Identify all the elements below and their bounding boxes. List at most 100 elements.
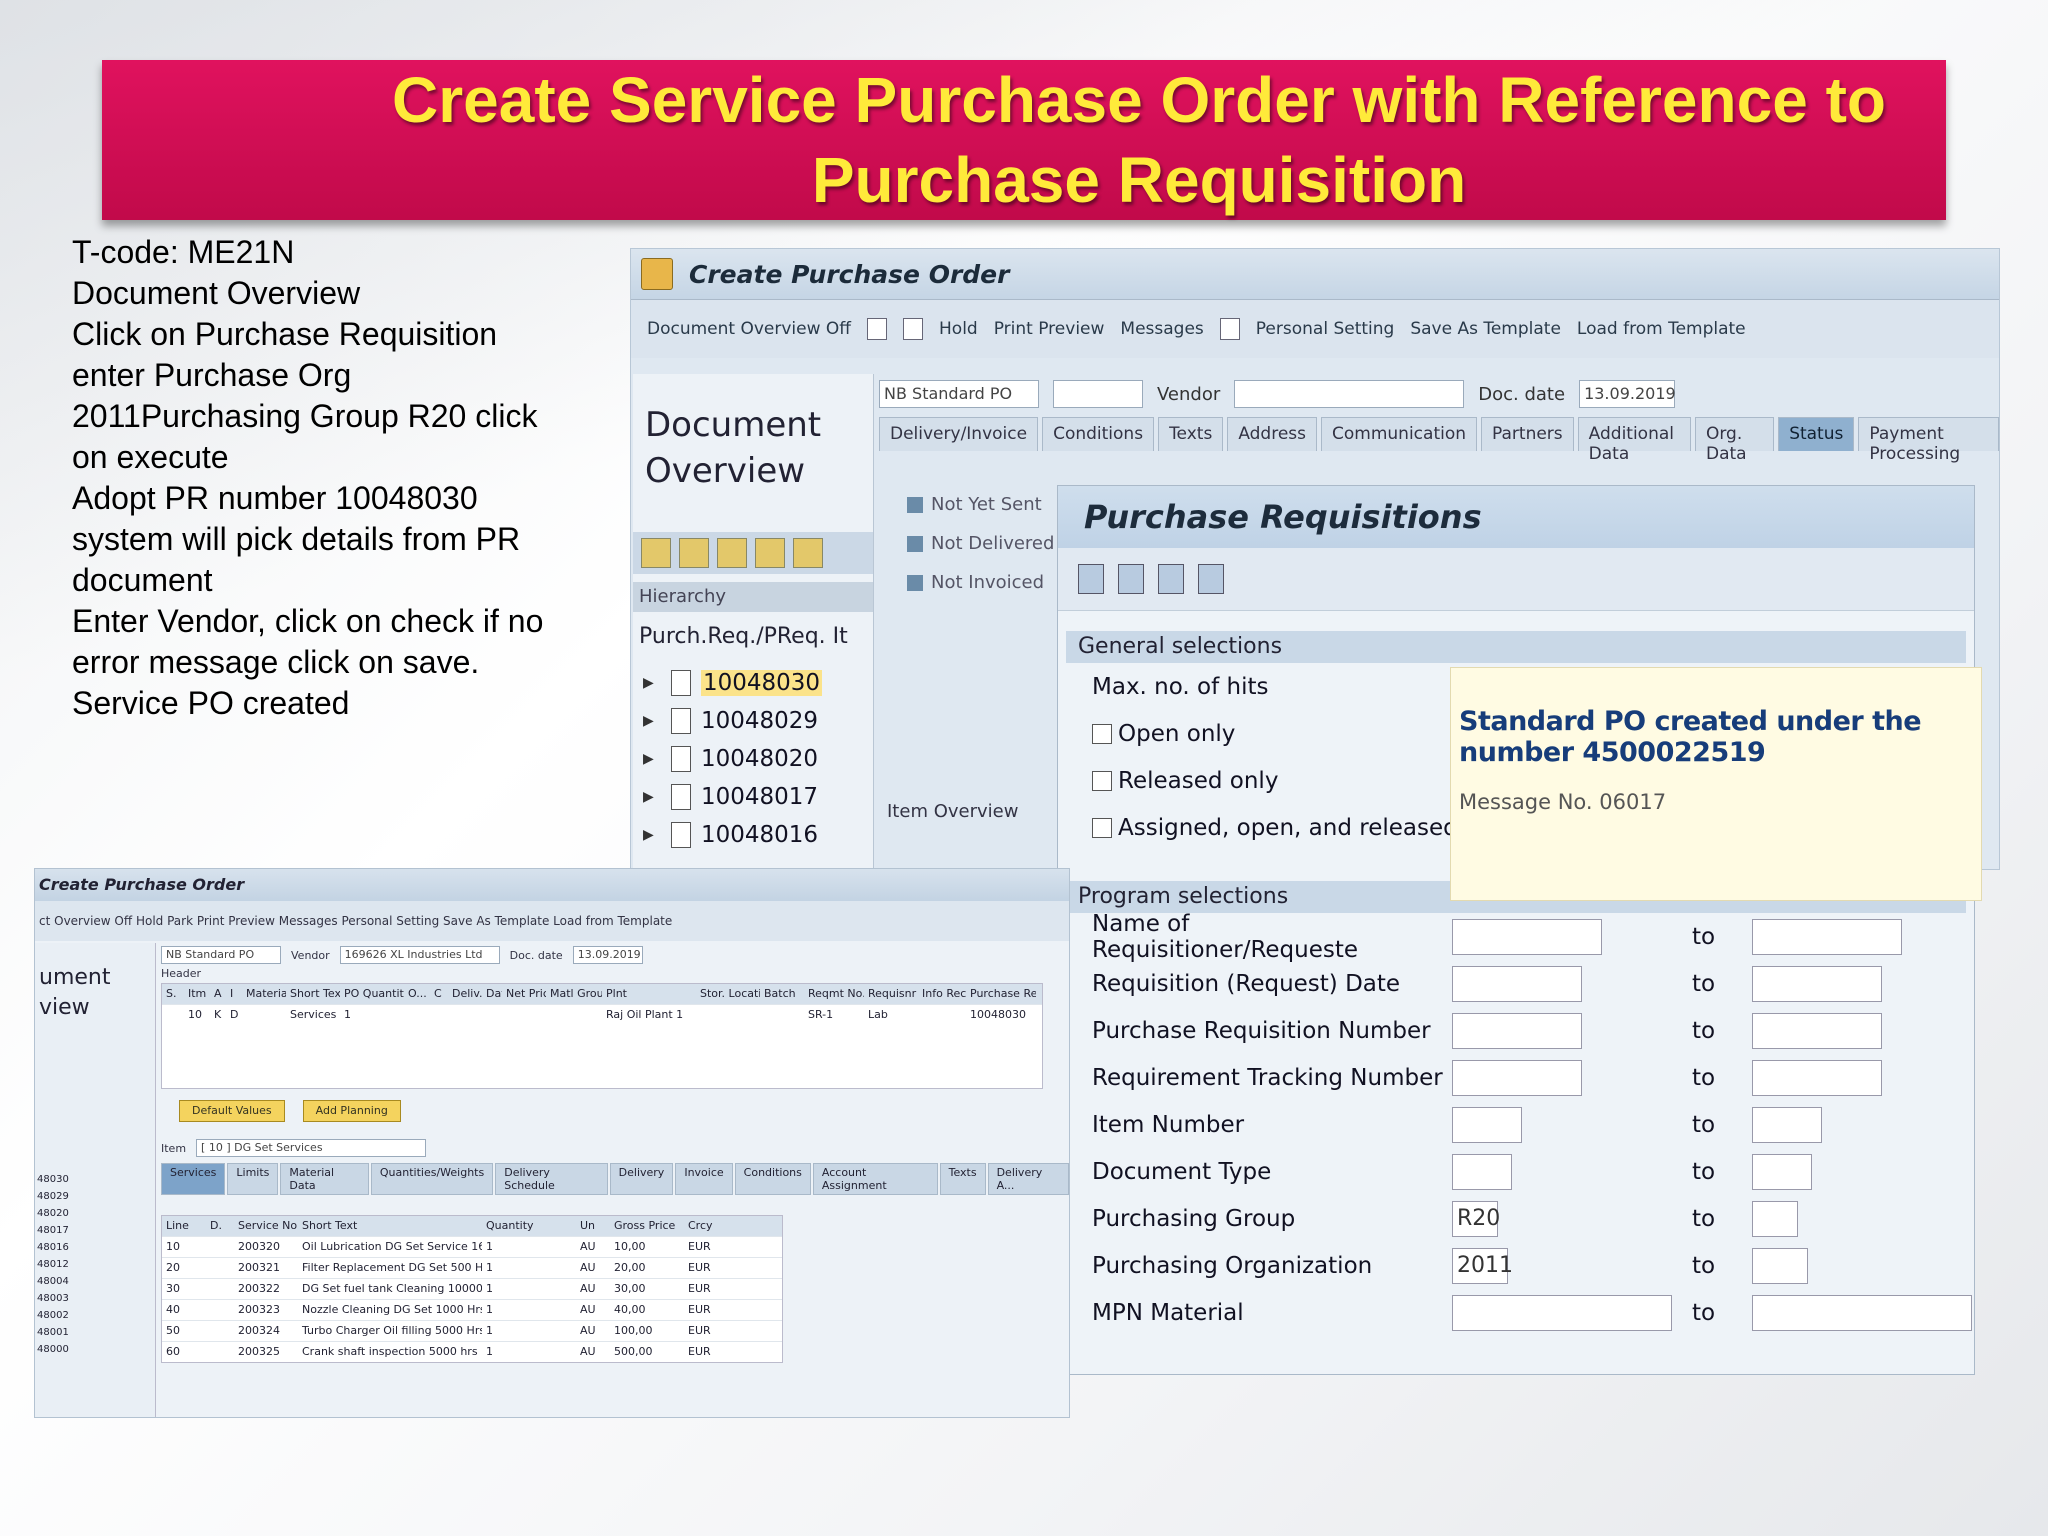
tab[interactable]: Limits — [227, 1163, 279, 1195]
to-input[interactable] — [1752, 1294, 1972, 1331]
tab[interactable]: Delivery — [609, 1163, 674, 1195]
from-input[interactable] — [1452, 1153, 1512, 1190]
find-icon[interactable] — [755, 538, 785, 568]
tab-conditions[interactable]: Conditions — [1042, 417, 1155, 451]
table-row[interactable]: 40 200323 Nozzle Cleaning DG Set 1000 Hrs 1… — [162, 1299, 782, 1320]
vendor-field[interactable]: 169626 XL Industries Ltd — [339, 946, 500, 964]
list-item[interactable]: 48016 — [37, 1239, 69, 1256]
tab-status[interactable]: Status — [1778, 417, 1855, 451]
expand-icon[interactable]: ▶ — [643, 751, 663, 767]
tab-additional-data[interactable]: Additional Data — [1577, 417, 1691, 464]
list-item[interactable]: 48000 — [37, 1341, 69, 1358]
to-input[interactable] — [1752, 1012, 1882, 1049]
vendor-field[interactable] — [1234, 380, 1465, 408]
copy-icon[interactable] — [1118, 564, 1144, 594]
expand-icon[interactable]: ▶ — [643, 827, 663, 843]
checkbox-icon[interactable] — [1092, 724, 1112, 744]
from-input[interactable] — [1452, 965, 1582, 1002]
from-input[interactable] — [1452, 1294, 1672, 1331]
tab[interactable]: Quantities/Weights — [370, 1163, 494, 1195]
list-item[interactable]: 48020 — [37, 1205, 69, 1222]
refresh-icon[interactable] — [717, 538, 747, 568]
list-item[interactable]: ▶ 10048020 — [643, 740, 822, 778]
tab[interactable]: Account Assignment — [812, 1163, 938, 1195]
from-input[interactable] — [1452, 918, 1602, 955]
tab-payment-processing[interactable]: Payment Processing — [1858, 417, 1999, 464]
tab-texts[interactable]: Texts — [1158, 417, 1224, 451]
personal-setting-button[interactable]: Personal Setting — [1256, 319, 1395, 339]
to-input[interactable] — [1752, 1153, 1812, 1190]
to-input[interactable] — [1752, 1200, 1798, 1237]
tab-address[interactable]: Address — [1227, 417, 1318, 451]
info-icon[interactable] — [1219, 318, 1240, 340]
variant-icon[interactable] — [1198, 564, 1224, 594]
checkbox-icon[interactable] — [1092, 771, 1112, 791]
to-input[interactable] — [1752, 1247, 1808, 1284]
item-select[interactable]: [ 10 ] DG Set Services — [196, 1139, 427, 1157]
list-item[interactable]: 48001 — [37, 1324, 69, 1341]
expand-icon[interactable]: ▶ — [643, 789, 663, 805]
table-row[interactable]: 50 200324 Turbo Charger Oil filling 5000 H… — [162, 1320, 782, 1341]
to-input[interactable] — [1752, 1106, 1822, 1143]
from-input[interactable] — [1452, 1106, 1522, 1143]
from-input[interactable] — [1452, 1059, 1582, 1096]
table-row[interactable]: 30 200322 DG Set fuel tank Cleaning 10000 … — [162, 1278, 782, 1299]
selection-options-icon[interactable] — [1158, 564, 1184, 594]
save-as-template-button[interactable]: Save As Template — [1410, 319, 1561, 339]
list-item[interactable]: 48030 — [37, 1171, 69, 1188]
tab-delivery-invoice[interactable]: Delivery/Invoice — [879, 417, 1039, 451]
tab[interactable]: Material Data — [280, 1163, 369, 1195]
layout-icon[interactable] — [793, 538, 823, 568]
execute-icon[interactable] — [1078, 564, 1104, 594]
copy-icon[interactable] — [679, 538, 709, 568]
tab[interactable]: Conditions — [734, 1163, 811, 1195]
list-item[interactable]: 48029 — [37, 1188, 69, 1205]
messages-button[interactable]: Messages — [1120, 319, 1203, 339]
list-item[interactable]: ▶ 10048016 — [643, 816, 822, 854]
doc-overview-off-button[interactable]: Document Overview Off — [647, 319, 851, 339]
list-item[interactable]: 48012 — [37, 1256, 69, 1273]
table-row[interactable]: 20 200321 Filter Replacement DG Set 500 Hr… — [162, 1257, 782, 1278]
list-item[interactable]: ▶ 10048029 — [643, 702, 822, 740]
doc-date-field[interactable]: 13.09.2019 — [572, 946, 643, 964]
tab[interactable]: Services — [161, 1163, 226, 1195]
from-input[interactable]: R20 — [1452, 1200, 1500, 1237]
to-input[interactable] — [1752, 1059, 1882, 1096]
from-input[interactable]: 2011 — [1452, 1247, 1513, 1284]
table-row[interactable]: 10 K D Services 1 Raj Oil Plant 1 SR-1 Lab 10048… — [162, 1004, 1042, 1025]
list-item[interactable]: 48017 — [37, 1222, 69, 1239]
doc-date-field[interactable]: 13.09.2019 — [1579, 380, 1676, 408]
list-item[interactable]: 48002 — [37, 1307, 69, 1324]
default-values-button[interactable]: Default Values — [179, 1100, 285, 1122]
tab[interactable]: Invoice — [675, 1163, 733, 1195]
list-item[interactable]: ▶ 10048030 — [643, 664, 823, 702]
po-number-field[interactable] — [1053, 380, 1143, 408]
load-from-template-button[interactable]: Load from Template — [1577, 319, 1746, 339]
tab[interactable]: Delivery Schedule — [495, 1163, 608, 1195]
item-overview-button[interactable]: Item Overview — [887, 801, 1018, 822]
to-input[interactable] — [1752, 965, 1882, 1002]
list-item[interactable]: ▶ 10048017 — [643, 778, 822, 816]
hold-button[interactable]: Hold — [939, 319, 978, 339]
open-document-icon[interactable] — [903, 318, 924, 340]
doc-type-select[interactable]: NB Standard PO — [879, 380, 1039, 408]
tab[interactable]: Texts — [939, 1163, 986, 1195]
print-preview-button[interactable]: Print Preview — [994, 319, 1105, 339]
add-planning-button[interactable]: Add Planning — [302, 1100, 401, 1122]
new-document-icon[interactable] — [867, 318, 888, 340]
tab[interactable]: Delivery A... — [987, 1163, 1069, 1195]
table-row[interactable]: 60 200325 Crank shaft inspection 5000 hrs 1… — [162, 1341, 782, 1362]
from-input[interactable] — [1452, 1012, 1582, 1049]
expand-icon[interactable]: ▶ — [643, 675, 663, 691]
expand-icon[interactable]: ▶ — [643, 713, 663, 729]
list-item[interactable]: 48003 — [37, 1290, 69, 1307]
list-item[interactable]: 48004 — [37, 1273, 69, 1290]
tab-partners[interactable]: Partners — [1481, 417, 1574, 451]
selection-variant-icon[interactable] — [641, 538, 671, 568]
table-row[interactable]: 10 200320 Oil Lubrication DG Set Service 1… — [162, 1236, 782, 1257]
tab-org-data[interactable]: Org. Data — [1694, 417, 1775, 464]
to-input[interactable] — [1752, 918, 1902, 955]
tab-communication[interactable]: Communication — [1321, 417, 1478, 451]
doc-type-select[interactable]: NB Standard PO — [161, 946, 281, 964]
checkbox-icon[interactable] — [1092, 818, 1112, 838]
